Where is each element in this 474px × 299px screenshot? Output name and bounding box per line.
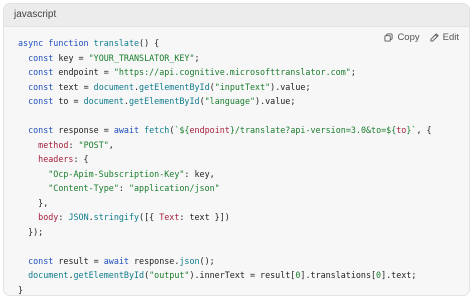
code-line: headers: { (38, 154, 89, 164)
code-block: javascript Copy Edit async function tran… (3, 3, 470, 296)
code-line: } (18, 284, 24, 295)
code-line: const key = "YOUR_TRANSLATOR_KEY"; (28, 52, 200, 63)
code-line: method: "POST", (38, 139, 114, 150)
language-label: javascript (14, 9, 57, 20)
code-line: }, (18, 197, 49, 208)
edit-label: Edit (442, 31, 459, 43)
code-line: document.getElementById("output").innerT… (28, 270, 417, 280)
code-line: }); (18, 226, 44, 237)
code-line: "Ocp-Apim-Subscription-Key": key, (48, 168, 215, 179)
code-content: async function translate() { const key =… (18, 36, 432, 295)
code-line: const text = document.getElementById("in… (28, 81, 311, 92)
code-line: const endpoint = "https://api.cognitive.… (28, 67, 356, 77)
code-line: "Content-Type": "application/json" (48, 183, 220, 193)
code-line: const response = await fetch(`${endpoint… (28, 125, 432, 135)
code-line: body: JSON.stringify([{ Text: text }]) (38, 212, 230, 222)
code-line: async function translate() { (18, 38, 160, 48)
code-line: const to = document.getElementById("lang… (28, 96, 296, 106)
code-line: const result = await response.json(); (28, 255, 215, 266)
edit-button[interactable]: Edit (430, 32, 459, 43)
code-block-header: javascript (4, 4, 469, 27)
